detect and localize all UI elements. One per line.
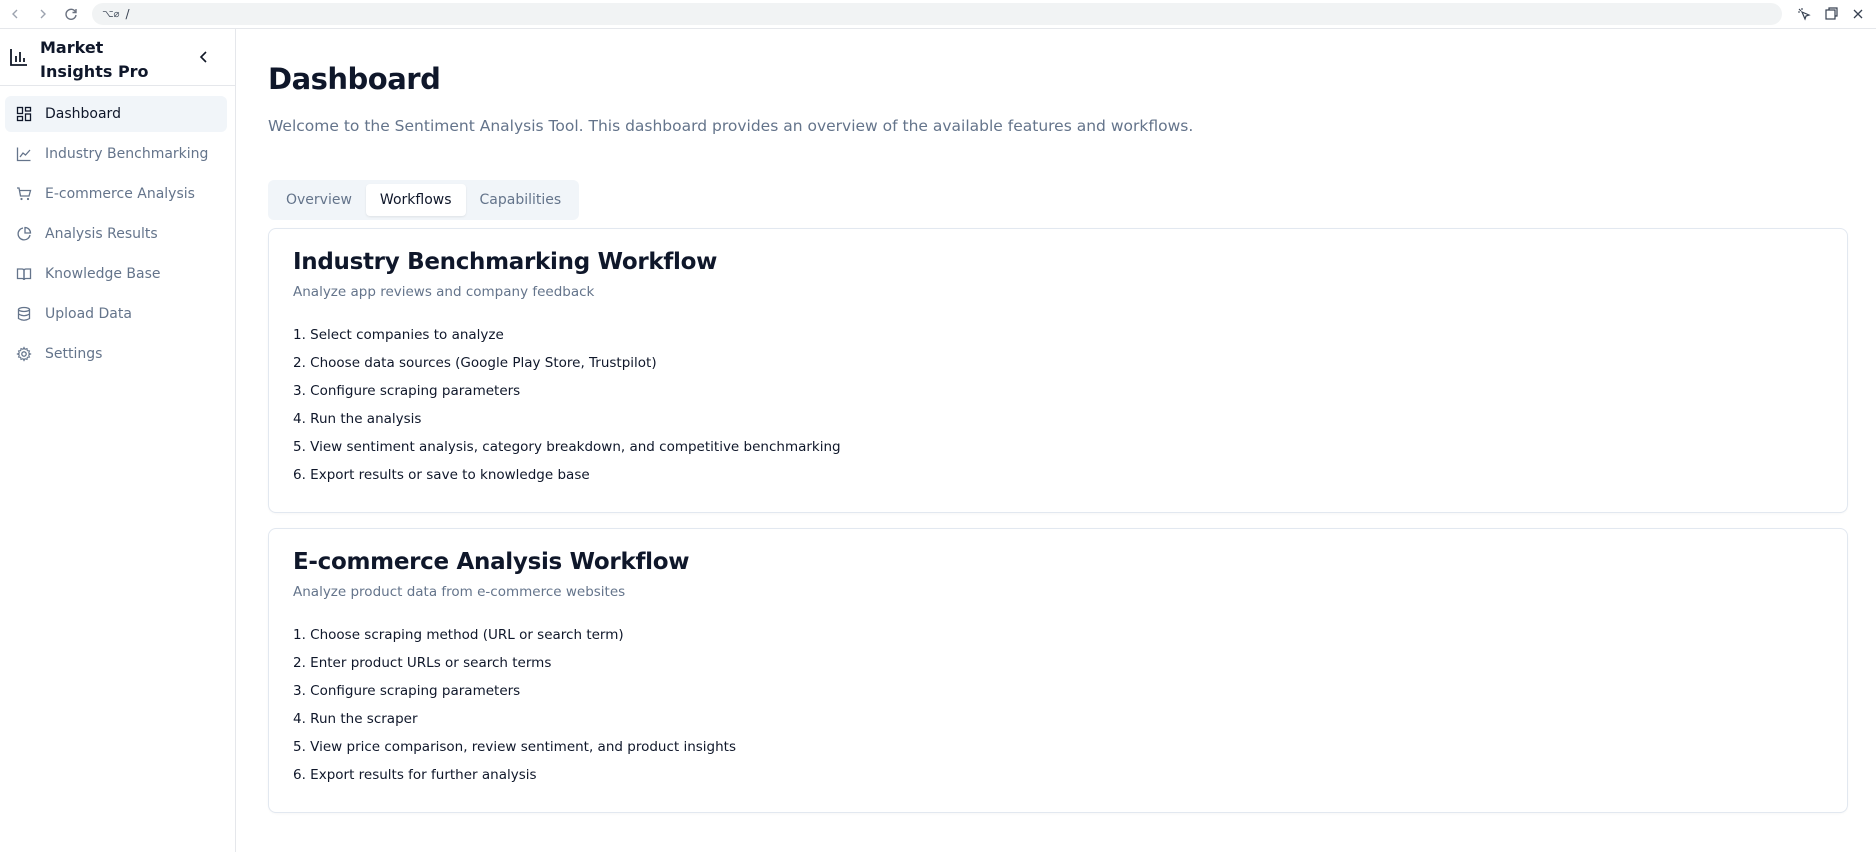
sidebar-item-upload-data[interactable]: Upload Data	[5, 296, 227, 332]
pie-chart-icon	[16, 226, 32, 242]
card-title: Industry Benchmarking Workflow	[293, 249, 718, 275]
workflow-step: 6. Export results or save to knowledge b…	[293, 467, 590, 483]
sidebar-item-settings[interactable]: Settings	[5, 336, 227, 372]
workflow-step: 4. Run the analysis	[293, 411, 422, 427]
workflow-step: 1. Choose scraping method (URL or search…	[293, 627, 624, 643]
workflow-step: 5. View sentiment analysis, category bre…	[293, 439, 841, 455]
address-bar[interactable]: ⌥⌀ /	[92, 3, 1782, 25]
tab-capabilities[interactable]: Capabilities	[466, 184, 576, 216]
workflow-card-industry-benchmarking: Industry Benchmarking Workflow Analyze a…	[268, 228, 1848, 513]
line-chart-icon	[16, 146, 32, 162]
page-subtitle: Welcome to the Sentiment Analysis Tool. …	[268, 117, 1194, 135]
app-title: Market Insights Pro	[40, 38, 149, 81]
sidebar-item-dashboard[interactable]: Dashboard	[5, 96, 227, 132]
gear-icon	[16, 346, 32, 362]
tab-workflows[interactable]: Workflows	[365, 184, 466, 216]
close-icon[interactable]	[1848, 4, 1868, 24]
sidebar-item-ecommerce-analysis[interactable]: E-commerce Analysis	[5, 176, 227, 212]
card-description: Analyze product data from e-commerce web…	[293, 584, 626, 600]
book-open-icon	[16, 266, 32, 282]
cursor-select-icon[interactable]	[1794, 4, 1814, 24]
window-icon[interactable]	[1821, 4, 1841, 24]
collapse-sidebar-icon[interactable]	[196, 49, 212, 65]
workflow-step: 4. Run the scraper	[293, 711, 418, 727]
workflow-step: 6. Export results for further analysis	[293, 767, 537, 783]
sidebar-item-label: Dashboard	[45, 106, 121, 122]
card-title: E-commerce Analysis Workflow	[293, 549, 690, 575]
workflow-step: 2. Enter product URLs or search terms	[293, 655, 552, 671]
tab-list: Overview Workflows Capabilities	[268, 180, 580, 220]
browser-toolbar: ⌥⌀ /	[0, 0, 1876, 29]
card-description: Analyze app reviews and company feedback	[293, 284, 595, 300]
database-icon	[16, 306, 32, 322]
sidebar-item-analysis-results[interactable]: Analysis Results	[5, 216, 227, 252]
workflow-steps: 1. Choose scraping method (URL or search…	[293, 627, 736, 795]
sidebar-item-label: Settings	[45, 346, 103, 362]
sidebar-item-label: Industry Benchmarking	[45, 146, 209, 162]
sidebar-item-label: E-commerce Analysis	[45, 186, 195, 202]
workflow-step: 3. Configure scraping parameters	[293, 383, 521, 399]
page-title: Dashboard	[268, 62, 441, 96]
dashboard-grid-icon	[16, 106, 32, 122]
forward-icon[interactable]	[33, 4, 53, 24]
back-icon[interactable]	[5, 4, 25, 24]
bar-chart-icon	[9, 47, 29, 67]
sidebar-header: Market Insights Pro	[0, 29, 235, 86]
workflow-step: 1. Select companies to analyze	[293, 327, 504, 343]
shopping-cart-icon	[16, 186, 32, 202]
tab-overview[interactable]: Overview	[272, 184, 366, 216]
site-info-icon: ⌥⌀	[102, 8, 120, 20]
sidebar-item-industry-benchmarking[interactable]: Industry Benchmarking	[5, 136, 227, 172]
sidebar: Market Insights Pro Dashboard Industry B…	[0, 29, 236, 852]
sidebar-item-label: Upload Data	[45, 306, 132, 322]
workflow-step: 3. Configure scraping parameters	[293, 683, 521, 699]
sidebar-item-label: Knowledge Base	[45, 266, 161, 282]
workflow-card-ecommerce-analysis: E-commerce Analysis Workflow Analyze pro…	[268, 528, 1848, 813]
sidebar-item-label: Analysis Results	[45, 226, 158, 242]
workflow-step: 5. View price comparison, review sentime…	[293, 739, 737, 755]
sidebar-item-knowledge-base[interactable]: Knowledge Base	[5, 256, 227, 292]
workflow-steps: 1. Select companies to analyze 2. Choose…	[293, 327, 841, 495]
url-text: /	[125, 7, 130, 21]
reload-icon[interactable]	[61, 4, 81, 24]
workflow-step: 2. Choose data sources (Google Play Stor…	[293, 355, 657, 371]
sidebar-menu: Dashboard Industry Benchmarking E-commer…	[5, 96, 227, 376]
